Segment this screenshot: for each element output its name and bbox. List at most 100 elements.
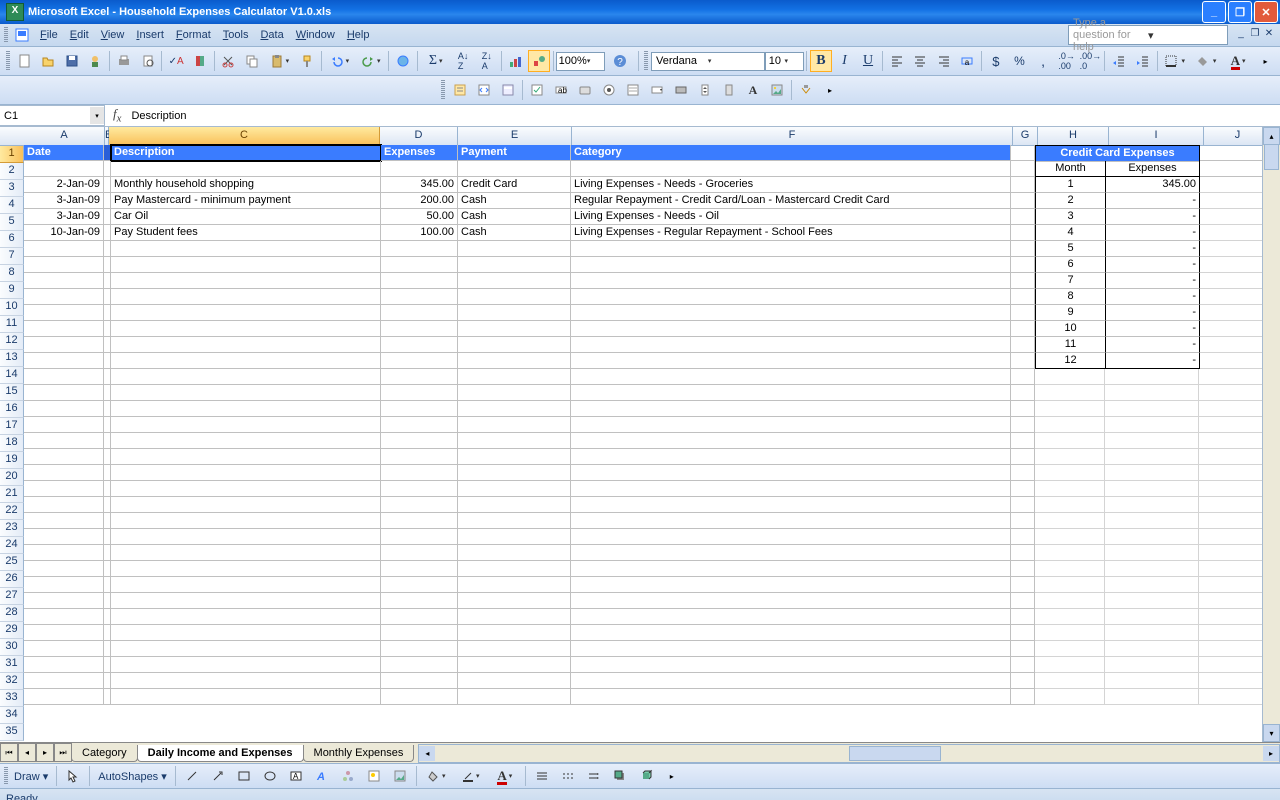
percent-button[interactable]: % (1009, 50, 1031, 72)
option-button-icon[interactable] (598, 79, 620, 101)
cell[interactable] (1011, 689, 1035, 705)
cell[interactable] (1035, 481, 1105, 497)
cell[interactable] (111, 481, 381, 497)
font-size-dropdown[interactable]: 10▾ (765, 52, 804, 71)
cell[interactable] (571, 401, 1011, 417)
cell[interactable] (104, 401, 111, 417)
cell[interactable] (24, 241, 104, 257)
cell[interactable] (458, 385, 571, 401)
col-header-F[interactable]: F (572, 127, 1013, 145)
cell[interactable] (1035, 449, 1105, 465)
scroll-up-button[interactable]: ▴ (1263, 127, 1280, 145)
undo-button[interactable]: ▾ (325, 50, 354, 72)
borders-button[interactable]: ▾ (1161, 50, 1190, 72)
cell[interactable] (111, 673, 381, 689)
cell[interactable] (104, 497, 111, 513)
chart-wizard-button[interactable] (505, 50, 527, 72)
cell[interactable] (104, 593, 111, 609)
row-header-8[interactable]: 8 (0, 265, 24, 282)
research-button[interactable] (189, 50, 211, 72)
cell[interactable]: - (1106, 353, 1200, 369)
cell[interactable] (104, 385, 111, 401)
save-workspace-icon[interactable] (14, 27, 30, 43)
diagram-button[interactable] (337, 765, 359, 787)
cell[interactable] (1011, 465, 1035, 481)
cell[interactable] (1105, 369, 1199, 385)
cell[interactable] (571, 561, 1011, 577)
save-button[interactable] (61, 50, 83, 72)
cell[interactable] (111, 545, 381, 561)
cell[interactable]: 5 (1035, 241, 1106, 257)
fx-icon[interactable]: fx (113, 106, 121, 125)
autoshapes-menu[interactable]: AutoShapes ▾ (94, 770, 171, 783)
cell[interactable] (1011, 401, 1035, 417)
menu-window[interactable]: Window (290, 27, 341, 43)
cell[interactable] (1199, 689, 1262, 705)
cell[interactable] (104, 241, 111, 257)
cell[interactable] (1105, 609, 1199, 625)
cell[interactable] (1200, 161, 1262, 177)
cell[interactable]: 4 (1035, 225, 1106, 241)
cell[interactable]: Month (1035, 161, 1106, 177)
col-header-A[interactable]: A (24, 127, 105, 145)
print-preview-button[interactable] (137, 50, 159, 72)
cell[interactable] (111, 241, 381, 257)
cell[interactable] (1199, 497, 1262, 513)
cell[interactable] (458, 321, 571, 337)
cell[interactable] (381, 513, 458, 529)
cell[interactable] (1105, 625, 1199, 641)
cell[interactable] (1199, 561, 1262, 577)
cell[interactable] (24, 385, 104, 401)
cell[interactable] (1011, 289, 1035, 305)
cell[interactable] (571, 529, 1011, 545)
cell[interactable] (381, 641, 458, 657)
cell[interactable] (571, 465, 1011, 481)
cell[interactable] (381, 401, 458, 417)
menu-help[interactable]: Help (341, 27, 376, 43)
redo-button[interactable]: ▾ (356, 50, 385, 72)
cell[interactable] (381, 385, 458, 401)
cell[interactable] (24, 609, 104, 625)
cell[interactable] (381, 545, 458, 561)
cell[interactable] (458, 625, 571, 641)
cell[interactable] (571, 273, 1011, 289)
cell[interactable] (104, 177, 111, 193)
cell[interactable] (1199, 465, 1262, 481)
cell[interactable] (24, 561, 104, 577)
cell[interactable] (111, 577, 381, 593)
cell[interactable] (1105, 657, 1199, 673)
row-header-29[interactable]: 29 (0, 622, 24, 639)
cell[interactable] (24, 449, 104, 465)
row-header-11[interactable]: 11 (0, 316, 24, 333)
cell[interactable] (24, 289, 104, 305)
cell[interactable]: - (1106, 209, 1200, 225)
cell[interactable]: 9 (1035, 305, 1106, 321)
cell[interactable] (1035, 641, 1105, 657)
cell[interactable] (458, 401, 571, 417)
cell[interactable] (24, 417, 104, 433)
col-header-D[interactable]: D (380, 127, 458, 145)
cell[interactable] (1011, 177, 1035, 193)
cell[interactable]: 3-Jan-09 (24, 193, 104, 209)
cell[interactable] (1011, 193, 1035, 209)
sort-desc-button[interactable]: Z↓A (476, 50, 498, 72)
cell[interactable] (1011, 641, 1035, 657)
cell[interactable] (24, 433, 104, 449)
select-objects-button[interactable] (62, 765, 84, 787)
sheet-tab-monthly-expenses[interactable]: Monthly Expenses (303, 745, 415, 762)
cell[interactable] (458, 529, 571, 545)
cell[interactable] (24, 545, 104, 561)
cell[interactable] (381, 497, 458, 513)
row-header-14[interactable]: 14 (0, 367, 24, 384)
textbox-button[interactable]: A (285, 765, 307, 787)
col-header-E[interactable]: E (458, 127, 572, 145)
cell[interactable] (104, 689, 111, 705)
cell[interactable] (1035, 545, 1105, 561)
fill-color-button[interactable]: ▾ (1192, 50, 1221, 72)
cell[interactable] (111, 465, 381, 481)
line-color-button[interactable]: ▾ (456, 765, 486, 787)
cell[interactable] (381, 161, 458, 177)
fill-color-button[interactable]: ▾ (422, 765, 452, 787)
form-button[interactable] (497, 79, 519, 101)
row-header-23[interactable]: 23 (0, 520, 24, 537)
